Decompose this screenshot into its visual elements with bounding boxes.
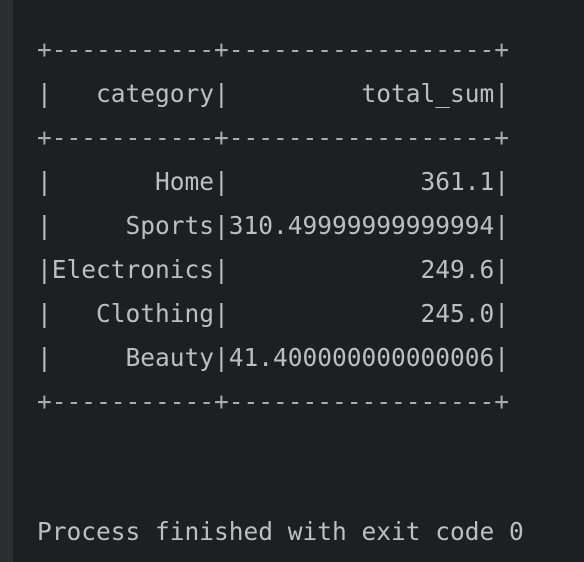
console-gutter [0,0,13,562]
run-console: +-----------+------------------+ | catego… [0,0,584,562]
table-row: | Sports|310.49999999999994| [37,211,510,240]
table-header-border: +-----------+------------------+ [37,123,510,152]
process-status-message: Process finished with exit code 0 [37,517,524,546]
table-bottom-border: +-----------+------------------+ [37,387,510,416]
table-row: | Beauty|41.400000000000006| [37,343,510,372]
dataframe-table-output: +-----------+------------------+ | catego… [37,28,509,424]
table-header-row: | category| total_sum| [37,79,510,108]
table-row: | Home| 361.1| [37,167,510,196]
table-row: | Clothing| 245.0| [37,299,510,328]
table-top-border: +-----------+------------------+ [37,35,510,64]
table-row: |Electronics| 249.6| [37,255,510,284]
